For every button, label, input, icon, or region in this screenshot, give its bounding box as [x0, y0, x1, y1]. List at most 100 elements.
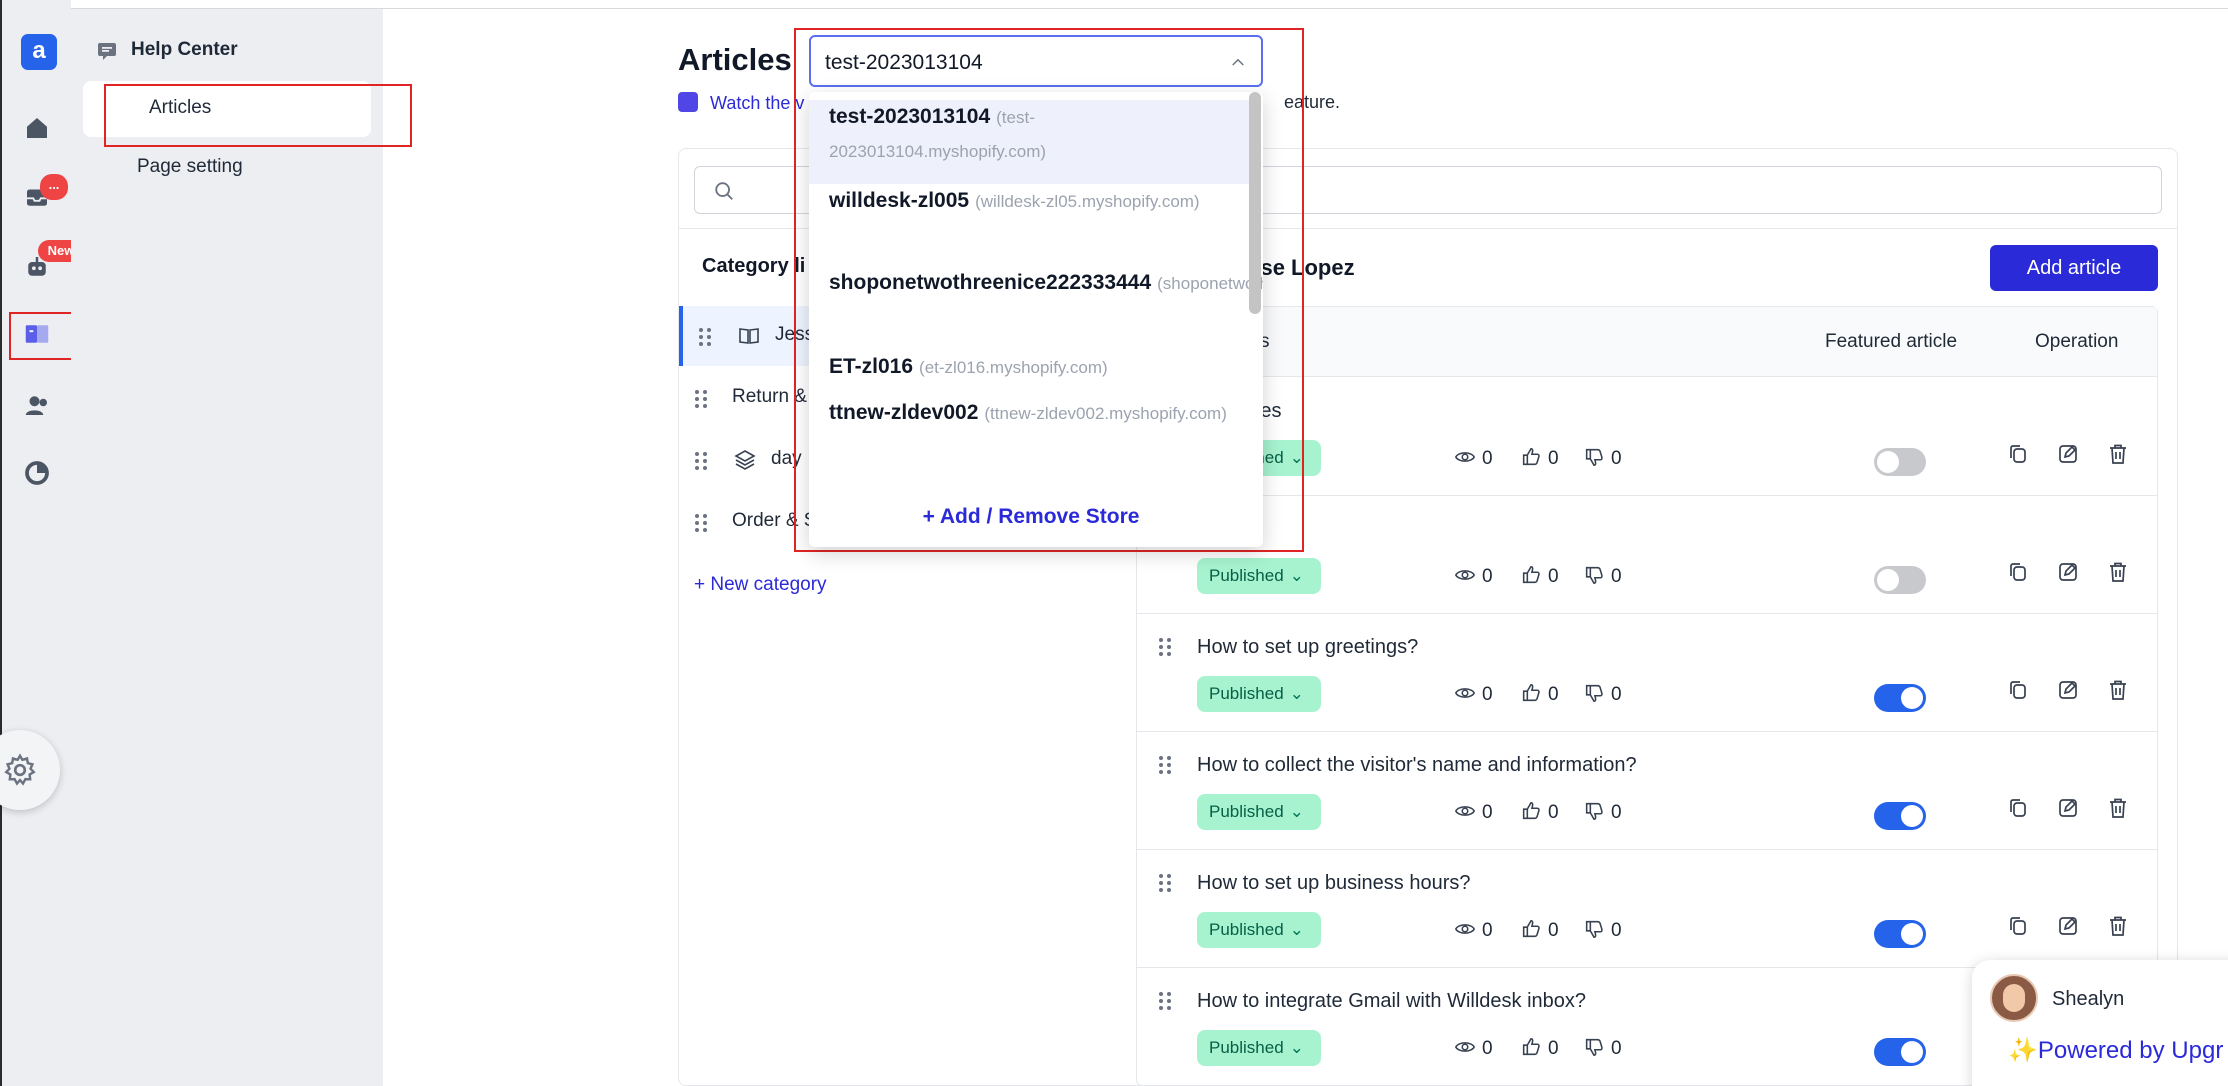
- delete-icon[interactable]: [2106, 560, 2130, 584]
- status-dropdown[interactable]: Published⌄: [1197, 1030, 1321, 1066]
- copy-icon[interactable]: [2006, 796, 2030, 820]
- article-title[interactable]: How to set up business hours?: [1197, 872, 1471, 895]
- app-rail: a ... New: [0, 0, 84, 1086]
- column-header-operation: Operation: [2035, 331, 2119, 352]
- delete-icon[interactable]: [2106, 914, 2130, 938]
- thumbs-up-icon: [1520, 447, 1548, 469]
- edit-icon[interactable]: [2056, 678, 2080, 702]
- status-dropdown[interactable]: Published⌄: [1197, 794, 1321, 830]
- copy-icon[interactable]: [2006, 914, 2030, 938]
- drag-handle-icon[interactable]: [693, 512, 709, 534]
- store-option[interactable]: willdesk-zl005 (willdesk-zl05.myshopify.c…: [809, 184, 1253, 266]
- eye-icon: [1454, 566, 1482, 587]
- drag-handle-icon[interactable]: [1157, 990, 1173, 1012]
- add-remove-store-button[interactable]: + Add / Remove Store: [809, 505, 1253, 529]
- chevron-down-icon: ⌄: [1289, 1038, 1304, 1057]
- thumbs-down-icon: [1583, 1038, 1611, 1059]
- featured-toggle[interactable]: [1874, 920, 1926, 948]
- drag-handle-icon[interactable]: [693, 388, 709, 410]
- home-icon[interactable]: [22, 113, 52, 143]
- drag-handle-icon[interactable]: [1157, 754, 1173, 776]
- views-count: 0: [1454, 918, 1493, 942]
- edit-icon[interactable]: [2056, 442, 2080, 466]
- edit-icon[interactable]: [2056, 914, 2080, 938]
- page-title: Articles: [678, 42, 792, 77]
- likes-count: 0: [1520, 918, 1559, 942]
- table-row: How to set up business hours? Published ⌄ 0…: [1137, 850, 2157, 968]
- article-title[interactable]: How to integrate Gmail with Willdesk inb…: [1197, 990, 1586, 1013]
- copy-icon[interactable]: [2006, 560, 2030, 584]
- drag-handle-icon[interactable]: [1157, 872, 1173, 894]
- thumbs-up-icon: [1520, 919, 1548, 941]
- featured-toggle[interactable]: [1874, 566, 1926, 594]
- delete-icon[interactable]: [2106, 796, 2130, 820]
- chevron-down-icon: ⌄: [1289, 802, 1304, 821]
- drag-handle-icon[interactable]: [1157, 636, 1173, 658]
- video-icon: [678, 92, 698, 112]
- article-title[interactable]: How to set up greetings?: [1197, 636, 1418, 659]
- featured-toggle[interactable]: [1874, 1038, 1926, 1066]
- dislikes-count: 0: [1583, 800, 1622, 824]
- dislikes-count: 0: [1583, 682, 1622, 706]
- store-dropdown-menu: test-2023013104 (test-2023013104.myshopif…: [809, 92, 1263, 547]
- thumbs-down-icon: [1583, 684, 1611, 705]
- copy-icon[interactable]: [2006, 678, 2030, 702]
- store-option[interactable]: test-2023013104 (test-2023013104.myshopif…: [809, 100, 1253, 184]
- chevron-down-icon: ⌄: [1289, 684, 1304, 703]
- layers-icon: [733, 448, 757, 472]
- submenu-title: Help Center: [131, 39, 238, 60]
- views-count: 0: [1454, 800, 1493, 824]
- dislikes-count: 0: [1583, 918, 1622, 942]
- copy-icon[interactable]: [2006, 442, 2030, 466]
- eye-icon: [1454, 684, 1482, 705]
- help-center-icon: [95, 39, 119, 63]
- drag-handle-icon[interactable]: [697, 326, 713, 348]
- status-dropdown[interactable]: Published⌄: [1197, 558, 1321, 594]
- column-header-featured: Featured article: [1825, 331, 1958, 352]
- chevron-down-icon: ⌄: [1289, 566, 1304, 585]
- top-border: [0, 0, 2228, 9]
- views-count: 0: [1454, 682, 1493, 706]
- store-select[interactable]: test-2023013104: [809, 35, 1263, 87]
- watch-video-link[interactable]: Watch the v: [678, 92, 804, 114]
- store-option[interactable]: ET-zl016 (et-zl016.myshopify.com): [809, 350, 1253, 396]
- edit-icon[interactable]: [2056, 560, 2080, 584]
- articles-highlight-box: [104, 84, 412, 147]
- users-icon[interactable]: [22, 390, 52, 420]
- featured-toggle[interactable]: [1874, 684, 1926, 712]
- store-option[interactable]: shoponetwothreenice222333444 (shoponetwot…: [809, 266, 1263, 350]
- eye-icon: [1454, 920, 1482, 941]
- delete-icon[interactable]: [2106, 678, 2130, 702]
- status-dropdown[interactable]: Published⌄: [1197, 912, 1321, 948]
- views-count: 0: [1454, 446, 1493, 470]
- likes-count: 0: [1520, 1036, 1559, 1060]
- agent-avatar: [1990, 974, 2038, 1022]
- thumbs-down-icon: [1583, 566, 1611, 587]
- drag-handle-icon[interactable]: [693, 450, 709, 472]
- eye-icon: [1454, 802, 1482, 823]
- featured-toggle[interactable]: [1874, 448, 1926, 476]
- views-count: 0: [1454, 1036, 1493, 1060]
- thumbs-down-icon: [1583, 448, 1611, 469]
- thumbs-up-icon: [1520, 801, 1548, 823]
- featured-toggle[interactable]: [1874, 802, 1926, 830]
- store-select-value: test-2023013104: [825, 51, 983, 74]
- agent-name: Shealyn: [2052, 988, 2125, 1010]
- thumbs-down-icon: [1583, 802, 1611, 823]
- app-logo[interactable]: a: [21, 34, 57, 70]
- submenu-item-page-setting[interactable]: Page setting: [137, 156, 243, 178]
- eye-icon: [1454, 448, 1482, 469]
- add-article-button[interactable]: Add article: [1990, 245, 2158, 291]
- dropdown-scrollbar[interactable]: [1249, 92, 1261, 314]
- search-icon: [715, 182, 733, 200]
- chat-widget[interactable]: Shealyn ✨Powered by Upgr: [1972, 960, 2228, 1086]
- status-dropdown[interactable]: Published⌄: [1197, 676, 1321, 712]
- delete-icon[interactable]: [2106, 442, 2130, 466]
- table-row: How to collect the visitor's name and in…: [1137, 732, 2157, 850]
- new-category-link[interactable]: + New category: [694, 574, 827, 596]
- category-list-title: Category li: [702, 255, 806, 277]
- edit-icon[interactable]: [2056, 796, 2080, 820]
- analytics-icon[interactable]: [22, 458, 52, 488]
- store-option[interactable]: ttnew-zldev002 (ttnew-zldev002.myshopify.…: [809, 396, 1253, 480]
- article-title[interactable]: How to collect the visitor's name and in…: [1197, 754, 1637, 777]
